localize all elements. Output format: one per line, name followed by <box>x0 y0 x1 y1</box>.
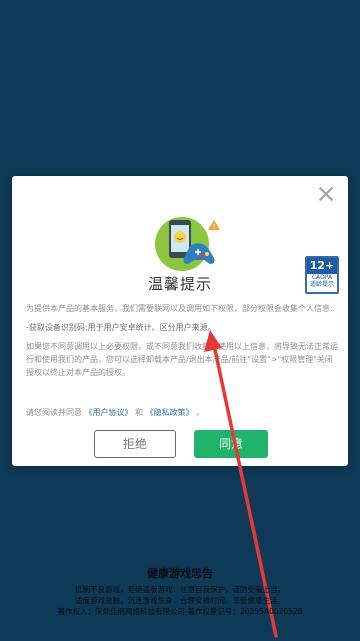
copyright-line: 著作权人：深圳佳朋网络科技有限公司 著作权登记号：2025SA0020528 <box>57 607 303 616</box>
close-icon[interactable] <box>318 186 334 202</box>
age-rating-number: 12+ <box>307 258 337 274</box>
permission-item: -获取设备识别码:用于用户安卓统计、区分用户来源。 <box>26 323 216 332</box>
advisory-title: 健康游戏忠告 <box>147 567 213 580</box>
agree-button[interactable]: 同意 <box>194 430 268 458</box>
permission-intro: 为提供本产品的基本服务，我们需要联网以及调用如下权限，部分权限会收集个人信息: <box>26 304 333 313</box>
permission-warning: 如果您不同意调用以上必要权限，或不同意我们收集并使用以上信息，将导致无法正常运行… <box>26 342 338 377</box>
dialog-title: 温馨提示 <box>147 275 212 293</box>
agreement-and: 和 <box>135 408 144 417</box>
phone-controller-icon: ! <box>155 217 220 271</box>
agreement-prefix: 请您阅读并同意 <box>26 408 82 417</box>
privacy-dialog: ! 12+ CADPA 适龄提示 温馨提示 为提供本产品的基本服务，我们需要联网… <box>12 176 348 466</box>
refuse-button[interactable]: 拒绝 <box>94 430 176 458</box>
privacy-policy-link[interactable]: 《隐私政策》 <box>146 408 194 417</box>
svg-text:!: ! <box>213 223 216 231</box>
agreement-line: 请您阅读并同意 《用户协议》 和 《隐私政策》 。 <box>26 407 204 418</box>
advisory-line-2: 适度游戏益脑，沉迷游戏伤身，合理安排时间，享受健康生活。 <box>75 596 285 605</box>
dialog-body: 为提供本产品的基本服务，我们需要联网以及调用如下权限，部分权限会收集个人信息: … <box>26 302 338 385</box>
health-advisory: 健康游戏忠告 抵制不良游戏，拒绝盗版游戏，注意自我保护，谨防受骗上当。 适度游戏… <box>0 565 360 617</box>
user-agreement-link[interactable]: 《用户协议》 <box>85 408 133 417</box>
advisory-line-1: 抵制不良游戏，拒绝盗版游戏，注意自我保护，谨防受骗上当。 <box>75 585 285 594</box>
agreement-period: 。 <box>196 408 205 417</box>
